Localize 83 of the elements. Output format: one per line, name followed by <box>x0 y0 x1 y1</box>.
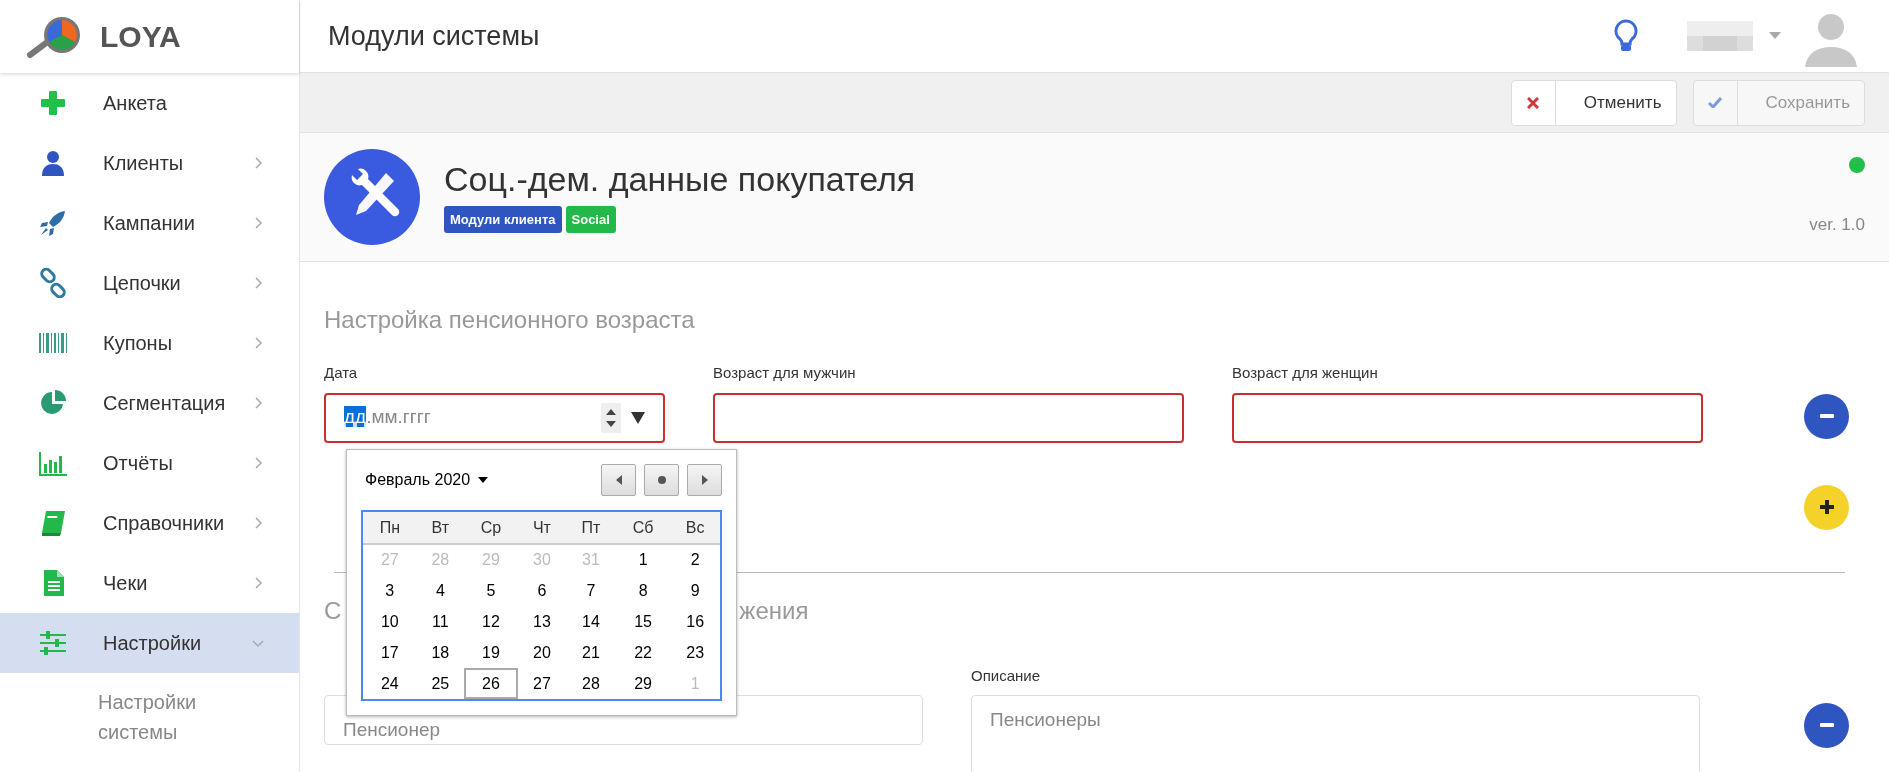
tag: Модули клиента <box>444 205 562 234</box>
sidebar-item[interactable]: Сегментация <box>0 373 299 433</box>
weekday-header: Вс <box>670 512 720 544</box>
dot-icon <box>657 476 666 484</box>
plus-icon <box>38 88 68 118</box>
add-button[interactable] <box>1804 484 1849 530</box>
calendar-day[interactable]: 17 <box>363 637 417 668</box>
calendar-day[interactable]: 1 <box>615 544 671 575</box>
triangle-left-icon <box>615 475 622 485</box>
sidebar-item[interactable]: Кампании <box>0 193 299 253</box>
caret-icon <box>478 477 489 483</box>
calendar-day[interactable]: 23 <box>670 637 720 668</box>
minus-icon <box>1819 414 1834 418</box>
cancel-button[interactable]: Отменить <box>1510 79 1677 126</box>
lightbulb-icon[interactable] <box>1613 18 1639 54</box>
calendar-day[interactable]: 20 <box>517 637 566 668</box>
weekday-header: Пн <box>363 512 417 544</box>
date-field[interactable]: дд.мм.гггг <box>324 392 665 443</box>
sidebar-item[interactable]: Справочники <box>0 493 299 553</box>
field-label: Описание <box>971 665 1042 686</box>
weekday-header: Сб <box>615 512 671 544</box>
tools-icon <box>324 149 420 245</box>
sidebar-item[interactable]: Анкета <box>0 73 299 133</box>
chain-icon <box>38 268 68 298</box>
input-field[interactable] <box>713 392 1184 443</box>
calendar-day[interactable]: 19 <box>464 637 518 668</box>
triangle-right-icon <box>701 475 708 485</box>
calendar-day[interactable]: 14 <box>565 606 616 637</box>
sidebar-item[interactable]: Чеки <box>0 553 299 613</box>
close-icon <box>1527 96 1540 109</box>
section-heading: С <box>324 595 342 626</box>
calendar-day[interactable]: 8 <box>615 575 671 606</box>
calendar-day[interactable]: 4 <box>416 575 465 606</box>
calendar-day[interactable]: 22 <box>615 637 671 668</box>
calendar-day[interactable]: 10 <box>363 606 417 637</box>
text-area[interactable]: Пенсионеры <box>971 695 1700 772</box>
calendar-day[interactable]: 16 <box>670 606 720 637</box>
calendar-day[interactable]: 5 <box>464 575 518 606</box>
section-heading: жения <box>739 595 809 626</box>
input-field[interactable] <box>1232 392 1703 443</box>
calendar-day[interactable]: 15 <box>615 606 671 637</box>
weekday-header: Вт <box>416 512 465 544</box>
sidebar-item[interactable]: Отчёты <box>0 433 299 493</box>
calendar-day[interactable]: 13 <box>517 606 566 637</box>
calendar-day[interactable]: 12 <box>464 606 518 637</box>
weekday-header: Чт <box>517 512 566 544</box>
calendar-day[interactable]: 7 <box>565 575 616 606</box>
page-title: Модули системы <box>327 19 541 53</box>
sidebar-subitem[interactable]: Настройки системы <box>98 687 208 747</box>
dropdown-arrow-icon[interactable] <box>631 411 645 424</box>
field-label: Возраст для мужчин <box>713 363 857 383</box>
field-label: Возраст для женщин <box>1232 363 1379 383</box>
remove-button[interactable] <box>1804 702 1849 748</box>
calendar-day[interactable]: 3 <box>363 575 417 606</box>
weekday-header: Ср <box>464 512 518 544</box>
sidebar-item[interactable]: Цепочки <box>0 253 299 313</box>
sidebar-item[interactable]: Клиенты <box>0 133 299 193</box>
version-label: ver. 1.0 <box>1809 213 1865 236</box>
rocket-icon <box>38 208 68 238</box>
previous-month-button[interactable] <box>601 464 636 496</box>
calendar-day[interactable]: 6 <box>517 575 566 606</box>
calendar-day[interactable]: 2 <box>670 544 720 575</box>
tag: Social <box>565 205 616 234</box>
sidebar-item[interactable]: Настройки <box>0 613 299 673</box>
calendar-day[interactable]: 9 <box>670 575 720 606</box>
plus-icon <box>1819 500 1834 514</box>
minus-icon <box>1819 723 1834 727</box>
month-selector[interactable]: Февраль 2020 <box>361 468 601 492</box>
next-month-button[interactable] <box>687 464 722 496</box>
brand-name: LOYA <box>100 19 181 55</box>
section-heading: Настройка пенсионного возраста <box>324 305 696 335</box>
today-button[interactable] <box>644 464 679 496</box>
sidebar-item[interactable]: Купоны <box>0 313 299 373</box>
field-label: Дата <box>324 363 359 383</box>
module-title: Соц.-дем. данные покупателя <box>444 160 917 198</box>
weekday-header: Пт <box>565 512 616 544</box>
calendar-day[interactable]: 21 <box>565 637 616 668</box>
spinner-arrows-icon[interactable] <box>601 402 621 433</box>
remove-button[interactable] <box>1804 393 1849 439</box>
sliders-icon <box>38 628 68 658</box>
calendar-day[interactable]: 11 <box>416 606 465 637</box>
calendar-day[interactable]: 18 <box>416 637 465 668</box>
check-icon <box>1708 97 1722 108</box>
